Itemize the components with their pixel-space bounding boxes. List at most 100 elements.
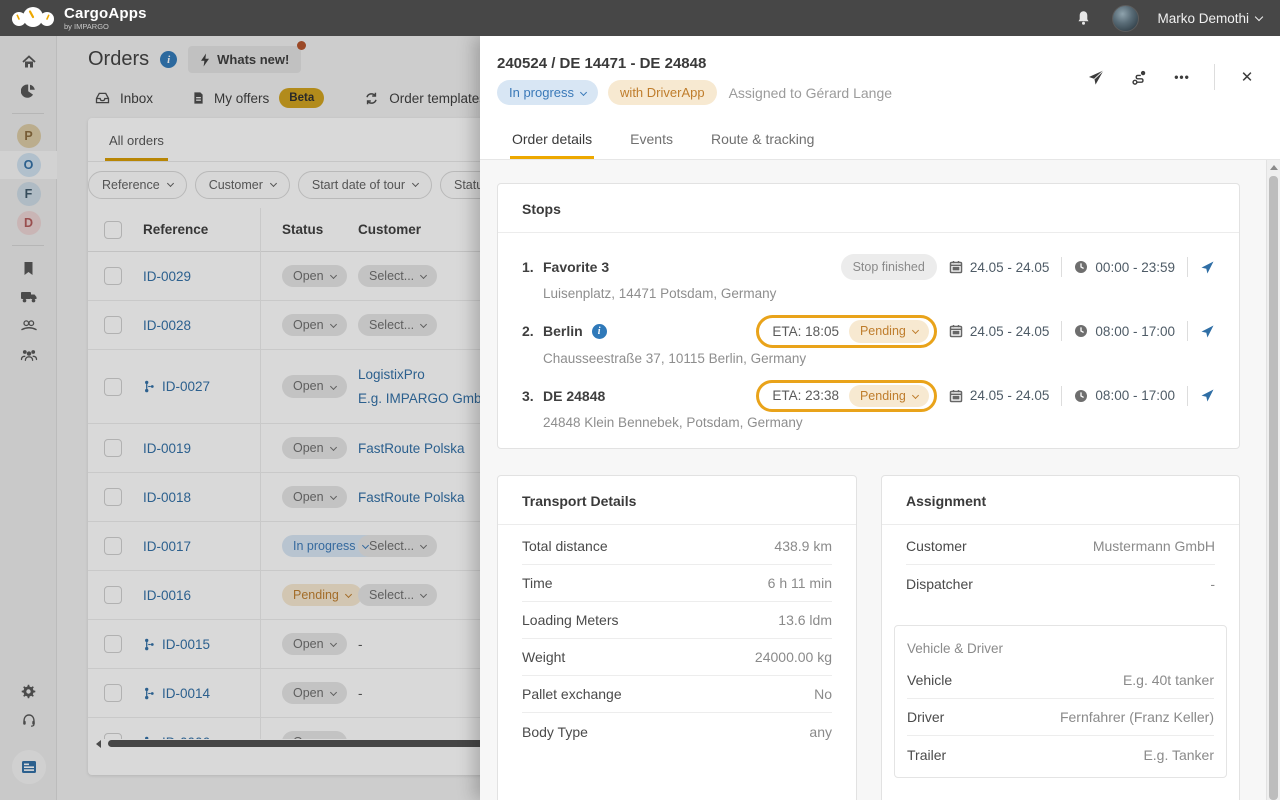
- vehicle-driver-rows: Vehicle E.g. 40t tanker Driver Fernfahrer (…: [895, 662, 1226, 777]
- stop-number: 3.: [522, 387, 534, 404]
- clock-icon: [1074, 324, 1088, 338]
- eta-highlight: ETA: 23:38 Pending: [756, 379, 937, 412]
- route-button[interactable]: [1128, 66, 1150, 88]
- transport-card-title: Transport Details: [498, 476, 856, 525]
- scroll-up-arrow-icon[interactable]: [1270, 165, 1278, 170]
- calendar-icon: [949, 324, 963, 338]
- stop-name: Berlin: [543, 323, 583, 340]
- stop-time: 08:00 - 17:00: [1074, 324, 1175, 339]
- status-chip[interactable]: Pending: [848, 384, 929, 407]
- order-detail-drawer: 240524 / DE 14471 - DE 24848 In progress…: [480, 36, 1280, 800]
- tab-order-details[interactable]: Order details: [510, 120, 595, 159]
- divider: [1187, 321, 1188, 342]
- assignment-card-title: Assignment: [882, 476, 1239, 525]
- detail-row: Time 6 h 11 min: [522, 565, 832, 602]
- topbar: CargoApps by IMPARGO Marko Demothi: [0, 0, 1280, 36]
- divider: [1061, 321, 1063, 342]
- chevron-down-icon: [1254, 12, 1264, 21]
- stop-time: 08:00 - 17:00: [1074, 388, 1175, 403]
- drawer-tabs: Order details Events Route & tracking: [480, 120, 1280, 160]
- detail-value: 24000.00 kg: [754, 649, 832, 665]
- vehicle-driver-title: Vehicle & Driver: [907, 641, 1004, 656]
- calendar-icon: [949, 260, 963, 274]
- screen: CargoApps by IMPARGO Marko Demothi P O F…: [0, 0, 1280, 800]
- detail-row: Total distance 438.9 km: [522, 528, 832, 565]
- detail-value: -: [1210, 575, 1215, 592]
- detail-row: Loading Meters 13.6 ldm: [522, 602, 832, 639]
- chevron-down-icon: [911, 327, 919, 335]
- user-name-label: Marko Demothi: [1157, 10, 1249, 26]
- detail-row: Trailer E.g. Tanker: [907, 736, 1214, 773]
- close-drawer-button[interactable]: ✕: [1236, 66, 1258, 88]
- detail-value: Fernfahrer (Franz Keller): [1059, 709, 1214, 725]
- detail-row: Body Type any: [522, 713, 832, 750]
- clock-icon: [1074, 260, 1088, 274]
- stops-card: Stops 1. Favorite 3 Stop finished 24.05 - 2…: [497, 183, 1240, 449]
- stop-date: 24.05 - 24.05: [949, 260, 1049, 275]
- close-icon: ✕: [1240, 69, 1254, 86]
- detail-value: E.g. 40t tanker: [1122, 672, 1214, 688]
- vertical-scrollbar[interactable]: [1266, 160, 1280, 800]
- stop-time: 00:00 - 23:59: [1074, 260, 1175, 275]
- transport-rows: Total distance 438.9 km Time 6 h 11 min Load…: [498, 525, 856, 759]
- more-options-button[interactable]: •••: [1171, 66, 1193, 88]
- detail-label: Dispatcher: [906, 575, 973, 592]
- stop-item: 2. Berlin ETA: 18:05 Pending 24.05 - 24.05 08…: [522, 307, 1215, 372]
- stop-date: 24.05 - 24.05: [949, 388, 1049, 403]
- divider: [1061, 385, 1063, 406]
- vertical-scrollbar-thumb[interactable]: [1269, 176, 1278, 800]
- info-icon[interactable]: [591, 323, 607, 339]
- navigate-arrow-icon[interactable]: [1200, 260, 1215, 275]
- navigate-arrow-icon[interactable]: [1200, 324, 1215, 339]
- user-avatar[interactable]: [1112, 4, 1140, 32]
- stop-status-chip: Stop finished: [840, 254, 937, 280]
- stop-number: 1.: [522, 259, 534, 275]
- eta-highlight: ETA: 18:05 Pending: [756, 315, 937, 348]
- stop-date: 24.05 - 24.05: [949, 324, 1049, 339]
- send-button[interactable]: [1085, 66, 1107, 88]
- detail-value: 438.9 km: [774, 538, 832, 554]
- app-logo[interactable]: CargoApps by IMPARGO: [0, 5, 147, 31]
- tab-route-tracking[interactable]: Route & tracking: [709, 120, 817, 159]
- order-status-label: In progress: [509, 85, 575, 100]
- detail-value: 13.6 ldm: [778, 612, 832, 628]
- status-chip[interactable]: Pending: [848, 320, 929, 343]
- calendar-icon: [949, 389, 963, 403]
- detail-row: Weight 24000.00 kg: [522, 639, 832, 676]
- stop-number: 2.: [522, 323, 534, 340]
- assignment-card: Assignment Customer Mustermann GmbH Dispat…: [881, 475, 1240, 800]
- detail-value: E.g. Tanker: [1143, 746, 1214, 763]
- detail-row: Pallet exchange No: [522, 676, 832, 713]
- order-title: 240524 / DE 14471 - DE 24848: [497, 55, 707, 72]
- modal-overlay[interactable]: [0, 36, 480, 800]
- stop-name: Favorite 3: [543, 259, 610, 275]
- user-menu[interactable]: Marko Demothi: [1157, 10, 1264, 26]
- clock-icon: [1074, 389, 1088, 403]
- detail-label: Customer: [906, 538, 967, 554]
- detail-label: Pallet exchange: [522, 686, 622, 702]
- eta-label: ETA: 18:05: [772, 323, 839, 339]
- cargoapps-logo-icon: [10, 5, 56, 31]
- detail-value: any: [809, 723, 832, 740]
- stop-address: 24848 Klein Bennebek, Potsdam, Germany: [543, 415, 803, 430]
- stop-name: DE 24848: [543, 387, 606, 404]
- detail-row: Dispatcher -: [906, 565, 1215, 602]
- notifications-bell-icon[interactable]: [1072, 7, 1094, 29]
- detail-label: Loading Meters: [522, 612, 619, 628]
- app-subtitle: by IMPARGO: [64, 21, 109, 31]
- detail-row: Vehicle E.g. 40t tanker: [907, 662, 1214, 699]
- stops-card-title: Stops: [498, 184, 1239, 233]
- ellipsis-icon: •••: [1174, 70, 1190, 84]
- order-status-chip[interactable]: In progress: [497, 80, 599, 105]
- assigned-to-text: Assigned to Gérard Lange: [728, 84, 893, 101]
- app-name: CargoApps: [64, 4, 147, 22]
- stop-item: 3. DE 24848 ETA: 23:38 Pending 24.05 - 24.05…: [522, 372, 1215, 437]
- detail-label: Weight: [522, 649, 566, 665]
- navigate-arrow-icon[interactable]: [1200, 388, 1215, 403]
- tab-events[interactable]: Events: [628, 120, 675, 159]
- divider: [1187, 385, 1188, 406]
- stops-list: 1. Favorite 3 Stop finished 24.05 - 24.05 00…: [498, 233, 1239, 448]
- chevron-down-icon: [911, 391, 919, 399]
- drawer-body: Stops 1. Favorite 3 Stop finished 24.05 - 2…: [480, 160, 1266, 800]
- toolbar-divider: [1214, 64, 1215, 90]
